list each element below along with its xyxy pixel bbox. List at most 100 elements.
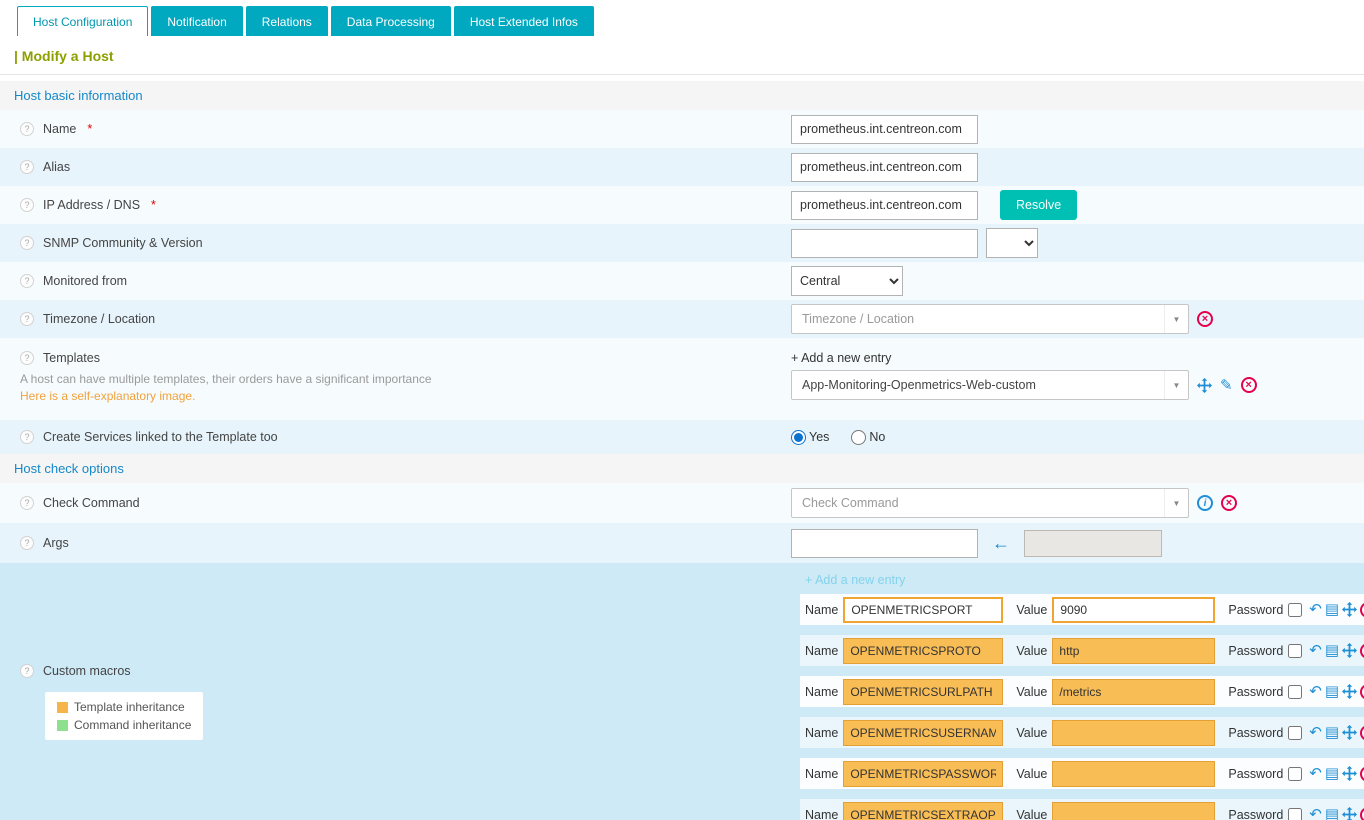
macro-password-checkbox[interactable] bbox=[1288, 685, 1302, 699]
delete-macro-icon[interactable]: × bbox=[1360, 725, 1364, 741]
description-icon[interactable]: ▤ bbox=[1325, 766, 1339, 781]
help-icon[interactable]: ? bbox=[20, 198, 34, 212]
help-icon[interactable]: ? bbox=[20, 122, 34, 136]
tab-host-configuration[interactable]: Host Configuration bbox=[17, 6, 148, 36]
create-services-no-radio[interactable] bbox=[851, 430, 866, 445]
undo-icon[interactable]: ↶ bbox=[1309, 766, 1322, 781]
help-icon[interactable]: ? bbox=[20, 236, 34, 250]
description-icon[interactable]: ▤ bbox=[1325, 807, 1339, 820]
tab-host-extended-infos[interactable]: Host Extended Infos bbox=[454, 6, 594, 36]
macro-password-checkbox[interactable] bbox=[1288, 726, 1302, 740]
move-icon[interactable] bbox=[1197, 378, 1212, 393]
delete-macro-icon[interactable]: × bbox=[1360, 684, 1364, 700]
macro-value-input[interactable] bbox=[1052, 761, 1215, 787]
macro-name-input[interactable] bbox=[843, 761, 1003, 787]
help-icon[interactable]: ? bbox=[20, 351, 34, 365]
help-icon[interactable]: ? bbox=[20, 312, 34, 326]
resolve-button[interactable]: Resolve bbox=[1000, 190, 1077, 220]
chevron-down-icon: ▼ bbox=[1164, 305, 1188, 333]
alias-input[interactable] bbox=[791, 153, 978, 182]
macro-name-input[interactable] bbox=[843, 802, 1003, 820]
macro-name-input[interactable] bbox=[843, 597, 1003, 623]
row-timezone: ? Timezone / Location Timezone / Locatio… bbox=[0, 300, 1364, 338]
help-icon[interactable]: ? bbox=[20, 430, 34, 444]
move-icon[interactable] bbox=[1342, 725, 1357, 740]
undo-icon[interactable]: ↶ bbox=[1309, 684, 1322, 699]
macro-name-label: Name bbox=[805, 808, 838, 820]
check-command-label: Check Command bbox=[43, 496, 140, 510]
macro-password-checkbox[interactable] bbox=[1288, 603, 1302, 617]
template-select[interactable]: App-Monitoring-Openmetrics-Web-custom ▼ bbox=[791, 370, 1189, 400]
help-icon[interactable]: ? bbox=[20, 536, 34, 550]
clear-timezone-icon[interactable]: × bbox=[1197, 311, 1213, 327]
macro-name-input[interactable] bbox=[843, 638, 1003, 664]
macros-add-entry-link[interactable]: + Add a new entry bbox=[805, 573, 1364, 587]
macro-value-label: Value bbox=[1016, 767, 1047, 781]
check-command-select[interactable]: Check Command ▼ bbox=[791, 488, 1189, 518]
delete-macro-icon[interactable]: × bbox=[1360, 807, 1364, 820]
required-mark: * bbox=[151, 198, 156, 212]
tab-relations[interactable]: Relations bbox=[246, 6, 328, 36]
alias-label: Alias bbox=[43, 160, 70, 174]
help-icon[interactable]: ? bbox=[20, 274, 34, 288]
monitored-from-select[interactable]: Central bbox=[791, 266, 903, 296]
macro-password-checkbox[interactable] bbox=[1288, 644, 1302, 658]
macro-value-input[interactable] bbox=[1052, 720, 1215, 746]
help-icon[interactable]: ? bbox=[20, 664, 34, 678]
info-icon[interactable]: i bbox=[1197, 495, 1213, 511]
move-icon[interactable] bbox=[1342, 602, 1357, 617]
edit-icon[interactable]: ✎ bbox=[1220, 378, 1233, 393]
macro-legend: Template inheritance Command inheritance bbox=[45, 692, 203, 740]
macro-name-input[interactable] bbox=[843, 679, 1003, 705]
ip-address-label: IP Address / DNS bbox=[43, 198, 140, 212]
undo-icon[interactable]: ↶ bbox=[1309, 602, 1322, 617]
macro-password-checkbox[interactable] bbox=[1288, 808, 1302, 820]
undo-icon[interactable]: ↶ bbox=[1309, 643, 1322, 658]
delete-macro-icon[interactable]: × bbox=[1360, 766, 1364, 782]
row-ip-address: ? IP Address / DNS * Resolve bbox=[0, 186, 1364, 224]
snmp-community-input[interactable] bbox=[791, 229, 978, 258]
delete-macro-icon[interactable]: × bbox=[1360, 602, 1364, 618]
macro-value-input[interactable] bbox=[1052, 802, 1215, 820]
timezone-select[interactable]: Timezone / Location ▼ bbox=[791, 304, 1189, 334]
macro-password-checkbox[interactable] bbox=[1288, 767, 1302, 781]
macro-value-input[interactable] bbox=[1052, 597, 1215, 623]
tab-data-processing[interactable]: Data Processing bbox=[331, 6, 451, 36]
description-icon[interactable]: ▤ bbox=[1325, 643, 1339, 658]
undo-icon[interactable]: ↶ bbox=[1309, 807, 1322, 820]
row-monitored-from: ? Monitored from Central bbox=[0, 262, 1364, 300]
delete-macro-icon[interactable]: × bbox=[1360, 643, 1364, 659]
help-icon[interactable]: ? bbox=[20, 160, 34, 174]
macro-password-label: Password bbox=[1228, 808, 1283, 820]
macro-value-input[interactable] bbox=[1052, 638, 1215, 664]
macro-value-input[interactable] bbox=[1052, 679, 1215, 705]
page-title: | Modify a Host bbox=[0, 36, 1364, 75]
row-snmp: ? SNMP Community & Version bbox=[0, 224, 1364, 262]
description-icon[interactable]: ▤ bbox=[1325, 725, 1339, 740]
macro-password-label: Password bbox=[1228, 644, 1283, 658]
description-icon[interactable]: ▤ bbox=[1325, 602, 1339, 617]
macro-row: Name Value Password ↶ ▤ × bbox=[800, 676, 1364, 707]
required-mark: * bbox=[87, 122, 92, 136]
macro-name-label: Name bbox=[805, 685, 838, 699]
clear-check-command-icon[interactable]: × bbox=[1221, 495, 1237, 511]
args-input[interactable] bbox=[791, 529, 978, 558]
templates-help-link[interactable]: Here is a self-explanatory image. bbox=[20, 389, 195, 404]
snmp-version-select[interactable] bbox=[986, 228, 1038, 258]
move-icon[interactable] bbox=[1342, 807, 1357, 820]
help-icon[interactable]: ? bbox=[20, 496, 34, 510]
undo-icon[interactable]: ↶ bbox=[1309, 725, 1322, 740]
move-icon[interactable] bbox=[1342, 684, 1357, 699]
tab-notification[interactable]: Notification bbox=[151, 6, 242, 36]
args-preview-input bbox=[1024, 530, 1162, 557]
name-input[interactable] bbox=[791, 115, 978, 144]
move-icon[interactable] bbox=[1342, 766, 1357, 781]
create-services-yes-radio[interactable] bbox=[791, 430, 806, 445]
description-icon[interactable]: ▤ bbox=[1325, 684, 1339, 699]
row-args: ? Args ← bbox=[0, 523, 1364, 563]
templates-add-entry-link[interactable]: + Add a new entry bbox=[791, 351, 891, 365]
ip-address-input[interactable] bbox=[791, 191, 978, 220]
macro-name-input[interactable] bbox=[843, 720, 1003, 746]
move-icon[interactable] bbox=[1342, 643, 1357, 658]
delete-template-icon[interactable]: × bbox=[1241, 377, 1257, 393]
